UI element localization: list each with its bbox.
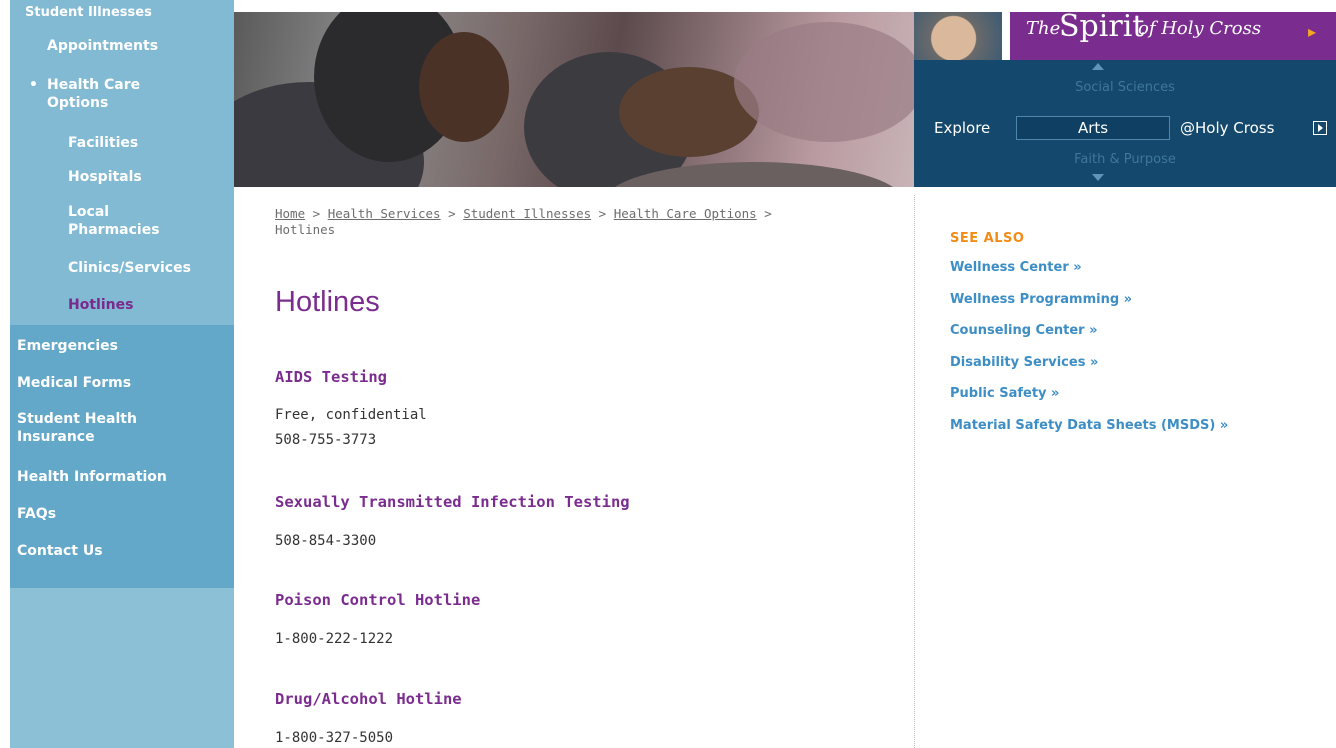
nav-health-information[interactable]: Health Information: [17, 468, 167, 486]
nav-faqs[interactable]: FAQs: [17, 505, 56, 523]
left-navigation: Student Illnesses Appointments • Health …: [10, 0, 234, 748]
explore-option-above[interactable]: Social Sciences: [914, 80, 1336, 95]
nav-student-illnesses[interactable]: Student Illnesses: [25, 6, 152, 20]
go-button-icon[interactable]: [1313, 121, 1327, 135]
sub-navigation: Student Illnesses Appointments • Health …: [10, 0, 234, 325]
arrow-right-icon: ▸: [1308, 22, 1317, 41]
scroll-down-arrow-icon[interactable]: [1092, 174, 1104, 181]
explore-row: Explore Arts @Holy Cross: [914, 116, 1336, 140]
scroll-up-arrow-icon[interactable]: [1092, 63, 1104, 70]
hotline-phone: 1-800-222-1222: [275, 631, 394, 647]
breadcrumb: Home > Health Services > Student Illness…: [275, 206, 815, 238]
spirit-banner-band: The Spirit of Holy Cross ▸: [1010, 9, 1336, 60]
header-photo: [234, 12, 914, 187]
page-title: Hotlines: [275, 286, 380, 318]
breadcrumb-health-services[interactable]: Health Services: [328, 206, 441, 221]
breadcrumb-current: Hotlines: [275, 222, 336, 237]
hotline-phone: 508-854-3300: [275, 533, 377, 549]
breadcrumb-separator: >: [448, 206, 464, 221]
spirit-prefix: The: [1026, 18, 1061, 39]
hotline-heading-aids-testing: AIDS Testing: [275, 368, 387, 386]
main-navigation: Emergencies Medical Forms Student Health…: [10, 325, 234, 588]
spirit-word: Spirit: [1059, 9, 1145, 44]
explore-label: Explore: [934, 119, 991, 137]
see-also-counseling-center[interactable]: Counseling Center »: [950, 323, 1098, 338]
hotline-description: Free, confidential: [275, 407, 427, 423]
column-divider: [914, 195, 915, 748]
nav-student-health-insurance[interactable]: Student Health Insurance: [17, 410, 157, 446]
spirit-of-holy-cross-banner[interactable]: The Spirit of Holy Cross ▸: [914, 9, 1336, 60]
see-also-disability-services[interactable]: Disability Services »: [950, 355, 1098, 370]
nav-medical-forms[interactable]: Medical Forms: [17, 374, 131, 392]
nav-health-care-options[interactable]: Health Care Options: [47, 76, 177, 112]
breadcrumb-separator: >: [312, 206, 328, 221]
nav-clinics-services[interactable]: Clinics/Services: [68, 259, 191, 277]
explore-option-below[interactable]: Faith & Purpose: [914, 152, 1336, 167]
spirit-banner-photo: [914, 12, 1002, 60]
see-also-wellness-center[interactable]: Wellness Center »: [950, 260, 1082, 275]
see-also-msds[interactable]: Material Safety Data Sheets (MSDS) »: [950, 418, 1228, 433]
hotline-heading-drug-alcohol: Drug/Alcohol Hotline: [275, 690, 462, 708]
hotline-heading-sti-testing: Sexually Transmitted Infection Testing: [275, 493, 630, 511]
nav-hotlines[interactable]: Hotlines: [68, 296, 133, 314]
spirit-suffix: of Holy Cross: [1138, 18, 1262, 39]
hotline-phone: 508-755-3773: [275, 432, 377, 448]
see-also-public-safety[interactable]: Public Safety »: [950, 386, 1059, 401]
explore-widget: Social Sciences Explore Arts @Holy Cross…: [914, 60, 1336, 187]
nav-contact-us[interactable]: Contact Us: [17, 542, 103, 560]
explore-current-option[interactable]: Arts: [1016, 116, 1170, 140]
nav-local-pharmacies[interactable]: Local Pharmacies: [68, 203, 178, 239]
nav-hospitals[interactable]: Hospitals: [68, 168, 142, 186]
nav-appointments[interactable]: Appointments: [47, 37, 158, 55]
see-also-wellness-programming[interactable]: Wellness Programming »: [950, 292, 1132, 307]
see-also-title: SEE ALSO: [950, 231, 1025, 246]
explore-suffix: @Holy Cross: [1180, 119, 1275, 137]
hotline-phone: 1-800-327-5050: [275, 730, 394, 746]
nav-emergencies[interactable]: Emergencies: [17, 337, 118, 355]
breadcrumb-home[interactable]: Home: [275, 206, 305, 221]
nav-facilities[interactable]: Facilities: [68, 134, 138, 152]
breadcrumb-health-care-options[interactable]: Health Care Options: [614, 206, 757, 221]
breadcrumb-student-illnesses[interactable]: Student Illnesses: [463, 206, 591, 221]
breadcrumb-separator: >: [598, 206, 614, 221]
breadcrumb-separator: >: [764, 206, 772, 221]
current-section-bullet: •: [29, 77, 38, 93]
hotline-heading-poison-control: Poison Control Hotline: [275, 591, 481, 609]
